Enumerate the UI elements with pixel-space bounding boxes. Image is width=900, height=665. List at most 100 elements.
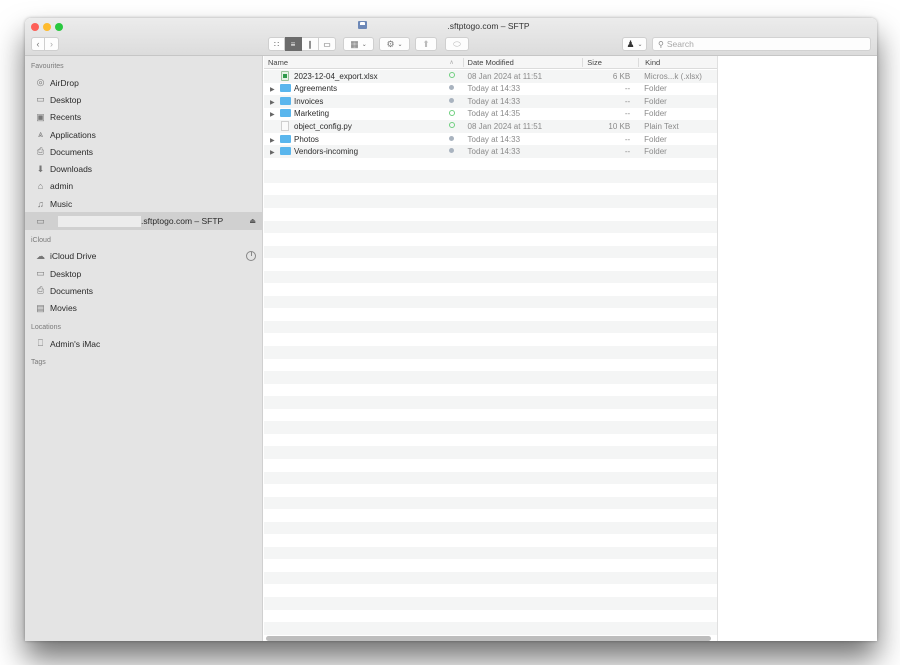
file-name-cell: ▶ Vendors-incoming [264,147,441,156]
file-row[interactable]: ▶ Invoices Today at 14:33 -- Folder [264,95,717,108]
sidebar-item-admin[interactable]: ⌂ admin [25,178,262,195]
search-icon: ⚲ [658,39,664,49]
movies-icon: ▤ [36,302,45,313]
share-button[interactable]: ⬆ [415,37,437,51]
sidebar-item-icloud-documents[interactable]: ⎙ Documents [25,282,262,299]
date-modified-cell: Today at 14:33 [467,147,521,157]
sync-status-cell [441,72,463,80]
column-view-button[interactable]: ∥ [302,37,319,51]
empty-row [264,484,717,497]
date-modified-cell: Today at 14:33 [467,84,521,94]
empty-row [264,270,717,284]
file-name-cell: object_config.py [264,121,441,132]
gallery-view-icon: ▭ [323,39,331,49]
sidebar-item-icloud-drive[interactable]: ☁ iCloud Drive [25,248,262,265]
disclosure-triangle-icon[interactable]: ▶ [270,99,280,106]
file-list: Name ∧ Date Modified Size Kind 2023-12-0… [264,56,718,641]
title-bar: .sftptogo.com – SFTP ‹ › ∷ ≡ ∥ ▭ ▦ ⌄ ⚙ ⌄… [25,18,877,56]
column-header-date-modified[interactable]: Date Modified [462,57,583,67]
empty-row [264,434,717,447]
sidebar-item-applications[interactable]: ⩓ Applications [25,126,262,143]
search-field[interactable]: ⚲ [652,37,871,51]
desktop-icon: ▭ [36,268,45,279]
forward-button[interactable]: › [45,37,59,51]
action-menu-button[interactable]: ⚙ ⌄ [379,37,410,51]
column-header-name[interactable]: Name [264,58,441,67]
pending-status-icon [449,148,455,154]
size-cell: 10 KB [608,121,631,131]
sidebar-item-movies[interactable]: ▤ Movies [25,300,262,317]
file-row[interactable]: object_config.py 08 Jan 2024 at 11:51 10 K… [264,120,717,133]
sidebar-item-sftp-server[interactable]: ▭ .sftptogo.com – SFTP ⏏ [25,212,262,230]
sidebar-item-label: Recents [50,112,82,123]
empty-row [264,308,717,321]
list-view-button[interactable]: ≡ [285,37,302,51]
file-row[interactable]: 2023-12-04_export.xlsx 08 Jan 2024 at 11:… [264,70,717,83]
empty-row [264,320,717,334]
file-row[interactable]: ▶ Photos Today at 14:33 -- Folder [264,133,717,146]
column-header-size[interactable]: Size [582,57,638,67]
eject-icon[interactable]: ⏏ [249,217,256,225]
group-by-button[interactable]: ▦ ⌄ [343,37,374,51]
sidebar-item-admins-imac[interactable]: ⎕ Admin's iMac [25,335,262,352]
file-name: Vendors-incoming [294,147,359,157]
sidebar-item-desktop[interactable]: ▭ Desktop [25,91,262,108]
file-row[interactable]: ▶ Agreements Today at 14:33 -- Folder [264,83,717,96]
sidebar-item-downloads[interactable]: ⬇ Downloads [25,160,262,177]
empty-row [264,446,717,459]
sidebar-item-documents[interactable]: ⎙ Documents [25,143,262,160]
gallery-view-button[interactable]: ▭ [319,37,336,51]
kind-cell: Folder [644,96,667,106]
search-input[interactable] [666,39,857,49]
disclosure-triangle-icon[interactable]: ▶ [270,111,280,118]
file-rows: 2023-12-04_export.xlsx 08 Jan 2024 at 11:… [264,70,717,641]
sync-progress-icon [246,251,256,262]
tag-icon: ⬭ [453,38,461,49]
disclosure-triangle-icon[interactable]: ▶ [270,149,280,156]
folder-icon [280,147,291,156]
empty-row [264,283,717,296]
icon-view-button[interactable]: ∷ [268,37,285,51]
file-name-cell: ▶ Invoices [264,96,441,106]
sidebar-item-airdrop[interactable]: ◎ AirDrop [25,74,262,91]
disclosure-triangle-icon[interactable]: ▶ [270,137,280,144]
column-view-icon: ∥ [308,39,312,49]
empty-row [264,571,717,585]
horizontal-scrollbar[interactable] [266,636,711,641]
sidebar-item-label: Music [50,198,73,209]
column-header-kind[interactable]: Kind [638,57,717,67]
empty-row [264,333,717,346]
sidebar-item-icloud-desktop[interactable]: ▭ Desktop [25,265,262,282]
file-row[interactable]: ▶ Vendors-incoming Today at 14:33 -- Folder [264,145,717,158]
pending-status-icon [449,85,455,91]
sidebar-item-recents[interactable]: ▣ Recents [25,109,262,126]
date-modified-cell: 08 Jan 2024 at 11:51 [467,121,543,131]
empty-row [264,158,717,171]
sync-status-cell [441,148,463,155]
empty-row [264,295,717,309]
back-button[interactable]: ‹ [31,37,45,51]
date-modified-cell: Today at 14:33 [467,96,521,106]
sidebar-item-music[interactable]: ♫ Music [25,195,262,212]
documents-icon: ⎙ [36,146,45,157]
sidebar-item-label: Desktop [50,94,82,105]
user-menu-button[interactable]: ♟ ⌄ [622,37,647,51]
group-icon: ▦ [350,38,359,49]
window-title: .sftptogo.com – SFTP [447,21,530,31]
empty-row [264,346,717,359]
gear-icon: ⚙ [386,38,395,49]
sidebar-item-label: AirDrop [50,77,79,88]
disclosure-triangle-icon[interactable]: ▶ [270,86,280,93]
imac-icon: ⎕ [37,338,44,348]
size-cell: -- [624,109,631,119]
sync-status-cell [441,97,463,105]
tags-button[interactable]: ⬭ [445,37,469,51]
file-row[interactable]: ▶ Marketing Today at 14:35 -- Folder [264,108,717,121]
file-name-cell: ▶ Photos [264,134,441,144]
empty-row [264,610,717,623]
server-icon: ▭ [36,215,45,226]
kind-cell: Folder [644,109,667,119]
sidebar-item-label: Downloads [50,164,93,175]
applications-icon: ⩓ [37,129,44,140]
empty-row [264,183,717,196]
